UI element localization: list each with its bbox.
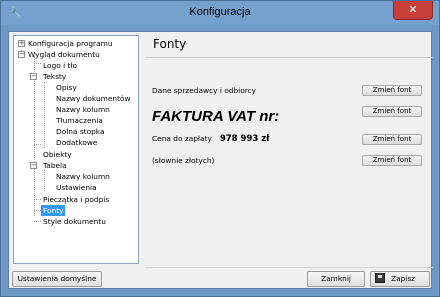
tree-connector	[44, 169, 45, 191]
collapse-icon[interactable]: −	[30, 73, 37, 80]
tree-connector	[44, 82, 45, 148]
tree-connector	[34, 63, 41, 64]
tree-connector	[34, 221, 41, 222]
tree-item-pieczatka-i-podpis[interactable]: Pieczątka i podpis	[43, 194, 109, 205]
panel-title: Fonty	[153, 37, 187, 51]
seller-buyer-label: Dane sprzedawcy i odbiorcy	[152, 86, 257, 95]
defaults-button[interactable]: Ustawienia domyślne	[12, 271, 102, 287]
change-font-button-amount[interactable]: Zmień font	[362, 134, 422, 145]
settings-tree[interactable]: + Konfiguracja programu − Wygląd dokumen…	[13, 35, 139, 264]
tree-item-obiekty[interactable]: Obiekty	[43, 149, 72, 160]
tree-item-nazwy-dokumentow[interactable]: Nazwy dokumentów	[56, 93, 131, 104]
amount-due-row: Cena do zapłaty 978 993 zł	[152, 134, 269, 144]
change-font-button-invoice-title[interactable]: Zmień font	[362, 106, 422, 117]
expand-icon[interactable]: +	[18, 40, 25, 47]
dialog-body: + Konfiguracja programu − Wygląd dokumen…	[8, 31, 433, 289]
window-title: Konfiguracja	[189, 6, 251, 18]
tree-connector	[34, 56, 35, 216]
tree-item-logo-i-tlo[interactable]: Logo i tło	[43, 60, 77, 71]
config-window: 🔧 Konfiguracja ✕ + Konfiguracja programu…	[0, 0, 440, 297]
tree-item-tlumaczenia[interactable]: Tłumaczenia	[56, 115, 103, 126]
tree-item-konfiguracja-programu[interactable]: Konfiguracja programu	[28, 38, 113, 49]
floppy-disk-icon	[375, 273, 385, 283]
tree-item-tabela-nazwy-kolumn[interactable]: Nazwy kolumn	[56, 171, 110, 182]
collapse-icon[interactable]: −	[18, 51, 25, 58]
collapse-icon[interactable]: −	[30, 162, 37, 169]
amount-in-words-label: (słownie złotych)	[152, 156, 215, 165]
tree-item-opisy[interactable]: Opisy	[56, 82, 77, 93]
tree-item-ustawienia[interactable]: Ustawienia	[56, 182, 97, 193]
invoice-title-sample: FAKTURA VAT nr:	[152, 108, 280, 125]
tree-item-nazwy-kolumn[interactable]: Nazwy kolumn	[56, 104, 110, 115]
tree-item-teksty[interactable]: Teksty	[43, 71, 66, 82]
close-icon: ✕	[408, 3, 418, 16]
tree-item-style-dokumentu[interactable]: Style dokumentu	[43, 216, 106, 227]
fonts-panel: Fonty Dane sprzedawcy i odbiorcy Zmień f…	[145, 32, 433, 270]
tree-item-dolna-stopka[interactable]: Dolna stopka	[56, 126, 104, 137]
tree-connector	[34, 144, 41, 145]
tree-item-tabela[interactable]: Tabela	[43, 160, 67, 171]
footer-divider	[145, 267, 433, 268]
amount-due-value: 978 993 zł	[219, 134, 270, 144]
change-font-button-seller-buyer[interactable]: Zmień font	[362, 85, 422, 96]
tree-connector	[34, 199, 41, 200]
tree-item-wyglad-dokumentu[interactable]: Wygląd dokumentu	[28, 49, 100, 60]
tree-item-dodatkowe[interactable]: Dodatkowe	[56, 137, 97, 148]
change-font-button-in-words[interactable]: Zmień font	[362, 155, 422, 166]
panel-divider	[145, 57, 433, 58]
save-button-label: Zapisz	[391, 274, 416, 283]
close-window-button[interactable]: ✕	[393, 1, 433, 20]
tree-item-fonty[interactable]: Fonty	[41, 205, 66, 216]
close-button[interactable]: Zamknij	[307, 271, 365, 287]
title-bar[interactable]: 🔧 Konfiguracja ✕	[1, 1, 439, 25]
amount-due-label: Cena do zapłaty	[152, 134, 212, 143]
save-button[interactable]: Zapisz	[370, 271, 430, 287]
tree-connector	[34, 210, 41, 211]
